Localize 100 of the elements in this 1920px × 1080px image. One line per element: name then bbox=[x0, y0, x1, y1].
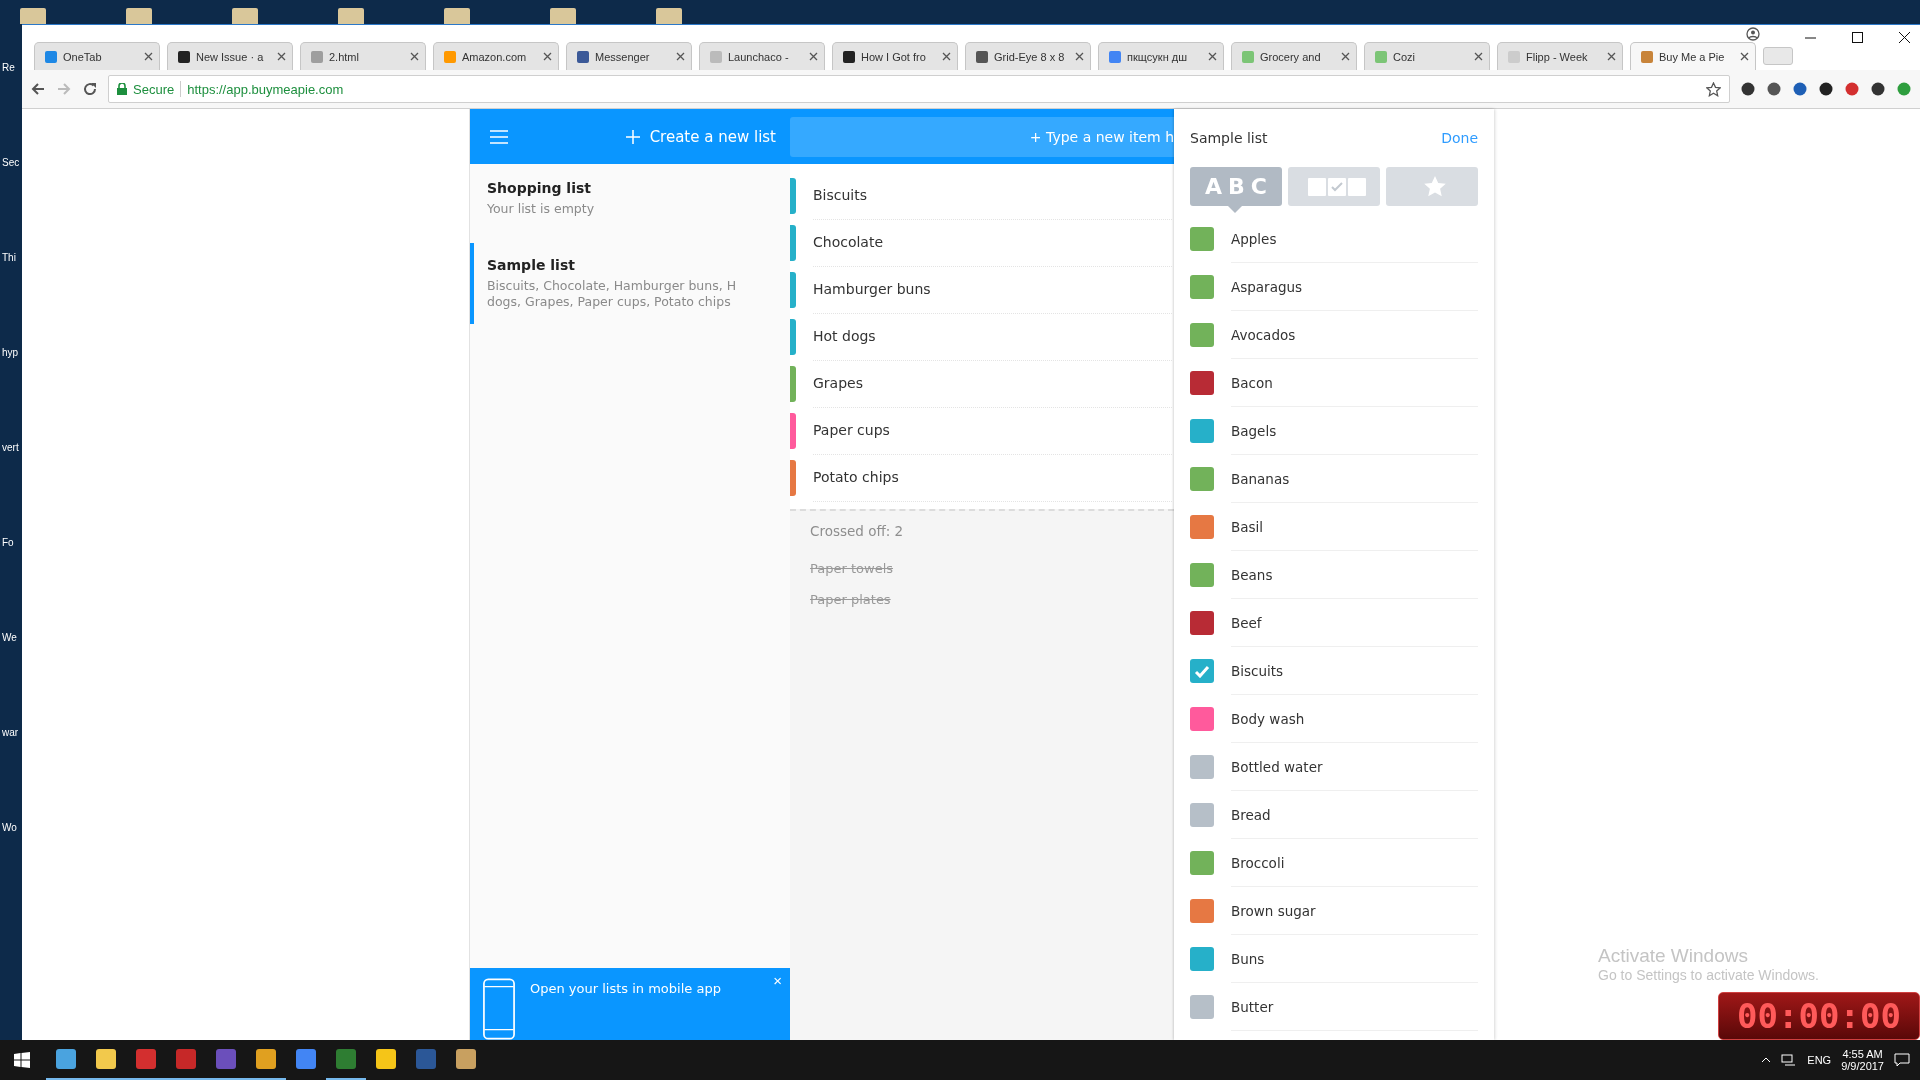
close-icon[interactable] bbox=[1740, 52, 1749, 61]
close-icon[interactable] bbox=[1899, 31, 1910, 43]
desktop-icon-label[interactable]: Fo bbox=[0, 537, 22, 548]
browser-tab[interactable]: Grid-Eye 8 x 8 bbox=[965, 42, 1091, 70]
category-checkbox[interactable] bbox=[1190, 995, 1214, 1019]
desktop-icon-label[interactable]: war bbox=[0, 727, 22, 738]
list-summary: Your list is empty bbox=[487, 201, 596, 217]
category-checkbox[interactable] bbox=[1190, 371, 1214, 395]
list-entry[interactable]: Shopping list Your list is empty bbox=[470, 166, 790, 231]
caret-icon[interactable] bbox=[1761, 1057, 1772, 1063]
browser-tab[interactable]: Flipp - Week bbox=[1497, 42, 1623, 70]
category-checkbox[interactable] bbox=[1190, 755, 1214, 779]
favicon-icon bbox=[1641, 50, 1653, 63]
category-checkbox[interactable] bbox=[1190, 467, 1214, 491]
product-name[interactable]: Bottled water bbox=[1231, 743, 1478, 791]
desktop-icon-label[interactable]: Sec bbox=[0, 157, 22, 168]
desktop-icon-label[interactable]: Wo bbox=[0, 822, 22, 833]
activation-message: Go to Settings to activate Windows. bbox=[1598, 967, 1819, 983]
product-name[interactable]: Biscuits bbox=[1231, 647, 1478, 695]
browser-tab[interactable]: How I Got fro bbox=[832, 42, 958, 70]
favicon-icon bbox=[444, 50, 456, 63]
product-name[interactable]: Asparagus bbox=[1231, 263, 1478, 311]
reload-icon[interactable] bbox=[82, 81, 98, 97]
favicon-icon bbox=[311, 50, 323, 63]
favicon-icon bbox=[178, 50, 190, 63]
product-name[interactable]: Butter bbox=[1231, 983, 1478, 1031]
category-checkbox[interactable] bbox=[1190, 227, 1214, 251]
back-icon[interactable] bbox=[30, 81, 46, 97]
product-name[interactable]: Basil bbox=[1231, 503, 1478, 551]
product-name[interactable]: Body wash bbox=[1231, 695, 1478, 743]
favicon-icon bbox=[1242, 50, 1254, 63]
product-name[interactable]: Bagels bbox=[1231, 407, 1478, 455]
category-checkbox[interactable] bbox=[1190, 563, 1214, 587]
clock-time[interactable]: 4:55 AM bbox=[1842, 1048, 1883, 1060]
bookmark-star-icon[interactable] bbox=[1706, 81, 1721, 97]
address-bar[interactable]: Secure https://app.buymeapie.com bbox=[108, 75, 1730, 103]
category-checkbox[interactable] bbox=[1190, 947, 1214, 971]
banner-text: Open your lists in mobile app bbox=[530, 981, 721, 996]
favicon-icon bbox=[710, 50, 722, 63]
product-name[interactable]: Brown sugar bbox=[1231, 887, 1478, 935]
list-name: Sample list bbox=[487, 257, 576, 273]
browser-tab[interactable]: Buy Me a Pie bbox=[1630, 42, 1756, 70]
product-name[interactable]: Apples bbox=[1231, 215, 1478, 263]
product-name[interactable]: Avocados bbox=[1231, 311, 1478, 359]
extension-icon[interactable] bbox=[1766, 81, 1782, 97]
browser-tab[interactable]: 2.html bbox=[300, 42, 426, 70]
profile-icon[interactable] bbox=[1746, 27, 1760, 41]
browser-tab[interactable]: New Issue · a bbox=[167, 42, 293, 70]
product-name[interactable]: Broccoli bbox=[1231, 839, 1478, 887]
product-name[interactable]: Bananas bbox=[1231, 455, 1478, 503]
product-name[interactable]: Buns bbox=[1231, 935, 1478, 983]
browser-tab[interactable]: Launchaco - bbox=[699, 42, 825, 70]
category-checkbox[interactable] bbox=[1190, 419, 1214, 443]
category-checkbox[interactable] bbox=[1190, 275, 1214, 299]
browser-tab[interactable]: Amazon.com bbox=[433, 42, 559, 70]
favicon-icon bbox=[1375, 50, 1387, 63]
extension-icon[interactable] bbox=[1818, 81, 1834, 97]
network-icon[interactable] bbox=[1781, 1054, 1798, 1066]
category-checkbox[interactable] bbox=[1190, 803, 1214, 827]
extension-icon[interactable] bbox=[1870, 81, 1886, 97]
clock-date[interactable]: 9/9/2017 bbox=[1841, 1060, 1884, 1072]
desktop-icon-label[interactable]: We bbox=[0, 632, 22, 643]
browser-tab[interactable]: пкщсукн дш bbox=[1098, 42, 1224, 70]
category-checkbox[interactable] bbox=[1190, 707, 1214, 731]
selection-pointer bbox=[1228, 206, 1242, 213]
desktop-icon-label[interactable]: Re bbox=[0, 62, 22, 73]
desktop-icon-label[interactable]: Thi bbox=[0, 252, 22, 263]
favicon-icon bbox=[45, 50, 57, 63]
language-indicator[interactable]: ENG bbox=[1807, 1054, 1832, 1066]
start-icon[interactable] bbox=[14, 1052, 30, 1068]
plus-icon bbox=[625, 129, 640, 144]
check-icon bbox=[1194, 664, 1210, 678]
category-checkbox[interactable] bbox=[1190, 851, 1214, 875]
notification-icon[interactable] bbox=[1894, 1053, 1910, 1067]
favicon-icon bbox=[976, 50, 988, 63]
checkboxes-icon bbox=[1308, 177, 1366, 196]
extension-icon[interactable] bbox=[1740, 81, 1756, 97]
browser-tab[interactable]: Cozi bbox=[1364, 42, 1490, 70]
browser-tab[interactable]: Grocery and bbox=[1231, 42, 1357, 70]
browser-tab[interactable]: Messenger bbox=[566, 42, 692, 70]
category-checkbox[interactable] bbox=[1190, 899, 1214, 923]
list-summary: dogs, Grapes, Paper cups, Potato chips bbox=[487, 294, 732, 310]
product-name[interactable]: Beans bbox=[1231, 551, 1478, 599]
star-icon bbox=[1424, 176, 1446, 197]
checked-checkbox[interactable] bbox=[1190, 659, 1214, 683]
desktop-icon-label[interactable]: vert bbox=[0, 442, 22, 453]
category-checkbox[interactable] bbox=[1190, 611, 1214, 635]
browser-tab[interactable]: OneTab bbox=[34, 42, 160, 70]
product-name[interactable]: Beef bbox=[1231, 599, 1478, 647]
product-name[interactable]: Bacon bbox=[1231, 359, 1478, 407]
favicon-icon bbox=[1109, 50, 1121, 63]
favicon-icon bbox=[577, 50, 589, 63]
category-checkbox[interactable] bbox=[1190, 323, 1214, 347]
favicon-icon bbox=[1508, 50, 1520, 63]
maximize-icon[interactable] bbox=[1852, 31, 1863, 43]
category-checkbox[interactable] bbox=[1190, 515, 1214, 539]
desktop-icon-label[interactable]: hyp bbox=[0, 347, 22, 358]
activation-title: Activate Windows bbox=[1598, 945, 1749, 967]
product-name[interactable]: Bread bbox=[1231, 791, 1478, 839]
panel-title: Sample list bbox=[1190, 130, 1268, 146]
